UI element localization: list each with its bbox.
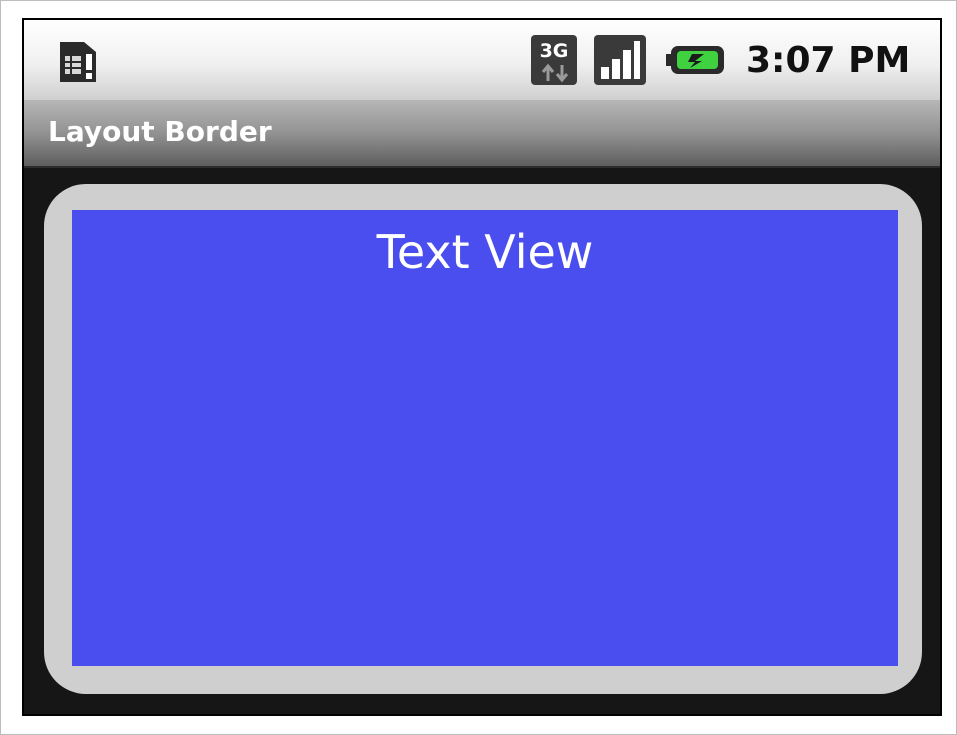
- 3g-data-icon: 3G: [531, 35, 577, 85]
- title-bar: Layout Border: [24, 100, 940, 168]
- text-view: Text View: [376, 225, 594, 279]
- status-clock: 3:07 PM: [746, 40, 911, 81]
- blue-layout: Text View: [72, 210, 898, 666]
- app-title: Layout Border: [48, 115, 272, 148]
- rounded-border-frame: Text View: [44, 184, 922, 694]
- svg-text:3G: 3G: [540, 40, 569, 62]
- content-area: Text View: [24, 168, 940, 714]
- status-bar: 3G 3:07 PM: [24, 20, 940, 100]
- sim-alert-icon: [60, 42, 96, 82]
- device-screen: 3G 3:07 PM Layout Border Text View: [22, 18, 942, 716]
- signal-strength-icon: [594, 35, 646, 85]
- battery-charging-icon: [666, 46, 724, 74]
